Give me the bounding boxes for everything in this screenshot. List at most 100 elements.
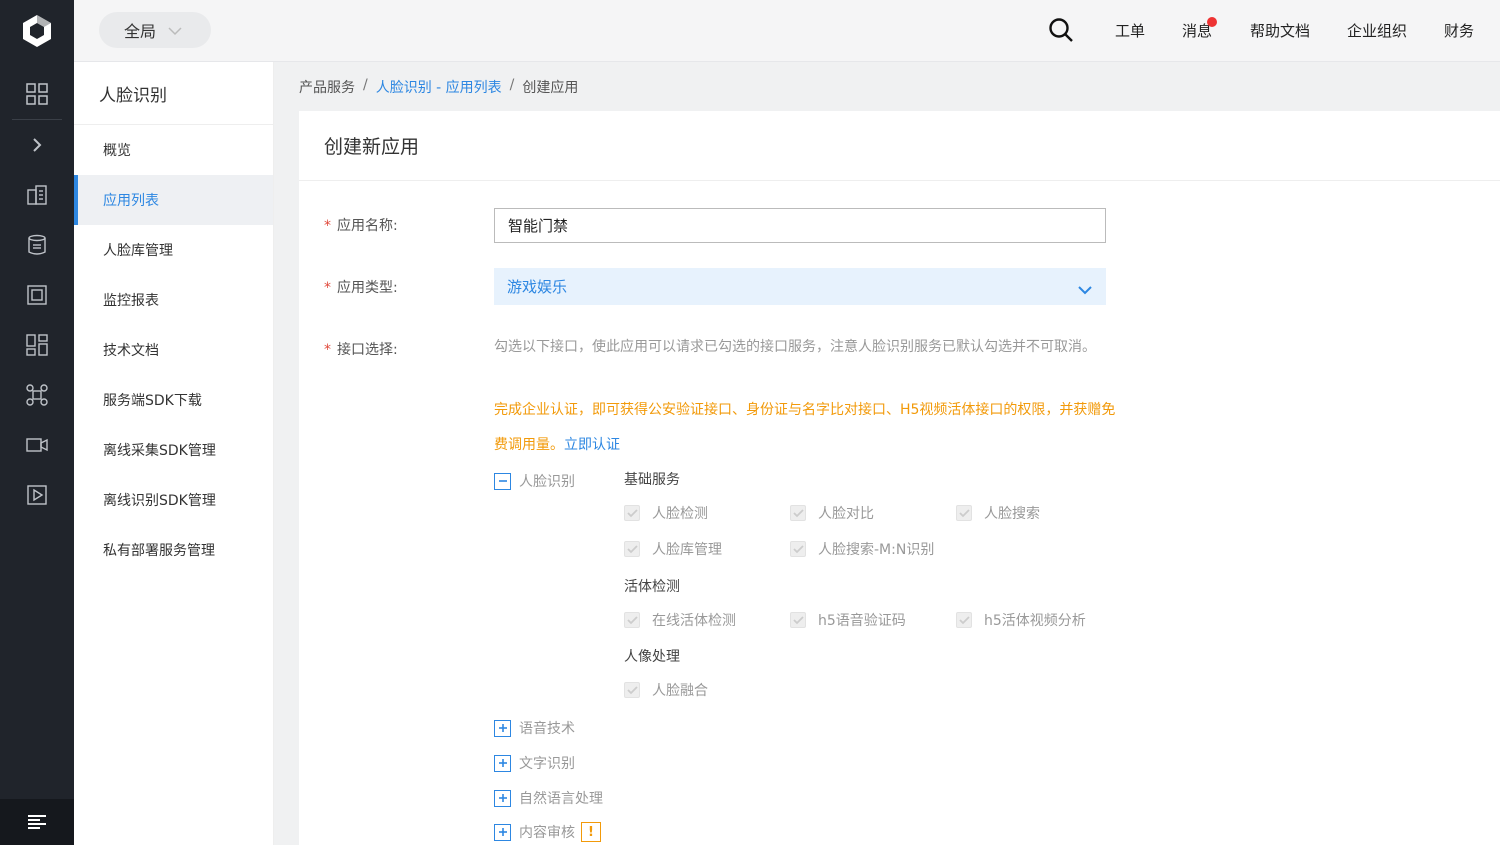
app-name-label: * 应用名称: [324, 215, 398, 235]
group-label: 人脸识别 [519, 474, 575, 490]
expand-plus-icon[interactable] [494, 789, 511, 807]
sidebar-item-offline-recognition-sdk[interactable]: 离线识别SDK管理 [74, 475, 273, 525]
expand-plus-icon[interactable] [494, 823, 511, 841]
warning-icon[interactable]: ! [581, 822, 601, 842]
check-icon [790, 505, 806, 521]
menu-collapse-icon[interactable] [0, 799, 74, 845]
app-type-label-text: 应用类型: [337, 280, 398, 296]
search-icon[interactable] [1048, 17, 1074, 47]
organization-link[interactable]: 企业组织 [1347, 20, 1407, 41]
product-sidebar: 人脸识别 概览 应用列表 人脸库管理 监控报表 技术文档 服务端SDK下载 离线… [74, 62, 274, 845]
sidebar-item-overview[interactable]: 概览 [74, 125, 273, 175]
product-grid-icon[interactable] [0, 69, 74, 119]
checkbox-online-liveness: 在线活体检测 [624, 610, 736, 630]
expand-plus-icon[interactable] [494, 754, 511, 772]
help-docs-link[interactable]: 帮助文档 [1250, 20, 1310, 41]
app-name-input[interactable] [494, 208, 1106, 243]
page-title: 创建新应用 [299, 111, 1500, 181]
checkbox-label: 人脸对比 [818, 506, 874, 522]
expand-chevron-icon[interactable] [0, 120, 74, 170]
group-speech[interactable]: 语音技术 [494, 718, 575, 738]
checkbox-label: 人脸库管理 [652, 542, 722, 558]
group-label: 语音技术 [519, 721, 575, 737]
sidebar-item-monitoring[interactable]: 监控报表 [74, 275, 273, 325]
notification-dot [1207, 17, 1217, 27]
checkbox-face-detect: 人脸检测 [624, 503, 708, 523]
group-ocr[interactable]: 文字识别 [494, 753, 575, 773]
sidebar-item-private-deploy[interactable]: 私有部署服务管理 [74, 525, 273, 575]
check-icon [624, 682, 640, 698]
top-bar: 全局 工单 消息 帮助文档 企业组织 财务 [74, 0, 1500, 62]
app-type-value: 游戏娱乐 [507, 278, 568, 296]
frame-icon[interactable] [0, 270, 74, 320]
check-icon [624, 541, 640, 557]
required-mark: * [324, 218, 331, 234]
check-icon [790, 541, 806, 557]
checkbox-face-compare: 人脸对比 [790, 503, 874, 523]
checkbox-label: 人脸融合 [652, 683, 708, 699]
scope-label: 全局 [124, 22, 157, 41]
checkbox-label: h5活体视频分析 [984, 613, 1086, 629]
app-type-label: * 应用类型: [324, 277, 398, 297]
checkbox-face-search-mn: 人脸搜索-M:N识别 [790, 539, 934, 559]
icon-rail [0, 0, 74, 845]
app-name-label-text: 应用名称: [337, 218, 398, 234]
checkbox-label: 人脸搜索-M:N识别 [818, 542, 935, 558]
check-icon [956, 612, 972, 628]
check-icon [956, 505, 972, 521]
checkbox-label: h5语音验证码 [818, 613, 906, 629]
sidebar-item-app-list[interactable]: 应用列表 [74, 175, 273, 225]
category-portrait-title: 人像处理 [624, 649, 680, 665]
group-face-recognition[interactable]: 人脸识别 [494, 471, 575, 491]
check-icon [790, 612, 806, 628]
api-select-label: * 接口选择: [324, 339, 398, 359]
api-hint-text: 勾选以下接口，使此应用可以请求已勾选的接口服务，注意人脸识别服务已默认勾选并不可… [494, 339, 1096, 355]
sidebar-item-docs[interactable]: 技术文档 [74, 325, 273, 375]
breadcrumb-separator: / [363, 77, 368, 93]
verification-notice: 完成企业认证，即可获得公安验证接口、身份证与名字比对接口、H5视频活体接口的权限… [494, 393, 1124, 463]
checkbox-h5-voice-code: h5语音验证码 [790, 610, 906, 630]
sidebar-item-offline-capture-sdk[interactable]: 离线采集SDK管理 [74, 425, 273, 475]
checkbox-label: 人脸搜索 [984, 506, 1040, 522]
breadcrumb-current: 创建应用 [522, 80, 579, 96]
app-type-select[interactable]: 游戏娱乐 [494, 268, 1106, 305]
required-mark: * [324, 342, 331, 358]
category-liveness-title: 活体检测 [624, 579, 680, 595]
command-icon[interactable] [0, 370, 74, 420]
checkbox-label: 在线活体检测 [652, 613, 736, 629]
play-box-icon[interactable] [0, 470, 74, 520]
chevron-down-icon [168, 21, 182, 40]
collapse-icon[interactable] [494, 472, 511, 490]
scope-select[interactable]: 全局 [99, 12, 211, 48]
breadcrumb-root[interactable]: 产品服务 [299, 77, 355, 97]
sidebar-title: 人脸识别 [74, 62, 273, 125]
group-nlp[interactable]: 自然语言处理 [494, 788, 603, 808]
group-content-review[interactable]: 内容审核 ! [494, 822, 601, 842]
required-mark: * [324, 280, 331, 296]
group-label: 文字识别 [519, 756, 575, 772]
chevron-down-icon [1078, 281, 1092, 299]
video-camera-icon[interactable] [0, 420, 74, 470]
verify-now-link[interactable]: 立即认证 [564, 437, 620, 453]
checkbox-face-search: 人脸搜索 [956, 503, 1040, 523]
cloud-logo-icon[interactable] [0, 0, 74, 62]
create-app-card: 创建新应用 * 应用名称: * 应用类型: 游戏娱乐 * 接口选择: 勾选以下接口，使… [299, 111, 1500, 845]
sidebar-item-server-sdk[interactable]: 服务端SDK下载 [74, 375, 273, 425]
sidebar-item-face-library[interactable]: 人脸库管理 [74, 225, 273, 275]
api-select-label-text: 接口选择: [337, 342, 398, 358]
finance-link[interactable]: 财务 [1444, 20, 1474, 41]
breadcrumb: 产品服务 / 人脸识别 - 应用列表 / 创建应用 [299, 77, 578, 97]
category-basic-title: 基础服务 [624, 472, 680, 488]
building-icon[interactable] [0, 170, 74, 220]
breadcrumb-separator: / [509, 77, 515, 93]
checkbox-face-library: 人脸库管理 [624, 539, 722, 559]
dashboard-icon[interactable] [0, 320, 74, 370]
database-icon[interactable] [0, 220, 74, 270]
expand-plus-icon[interactable] [494, 719, 511, 737]
group-label: 内容审核 [519, 825, 575, 841]
breadcrumb-app-list-link[interactable]: 人脸识别 - 应用列表 [376, 77, 502, 97]
ticket-link[interactable]: 工单 [1115, 20, 1145, 41]
check-icon [624, 612, 640, 628]
checkbox-face-merge: 人脸融合 [624, 680, 708, 700]
group-label: 自然语言处理 [519, 791, 603, 807]
